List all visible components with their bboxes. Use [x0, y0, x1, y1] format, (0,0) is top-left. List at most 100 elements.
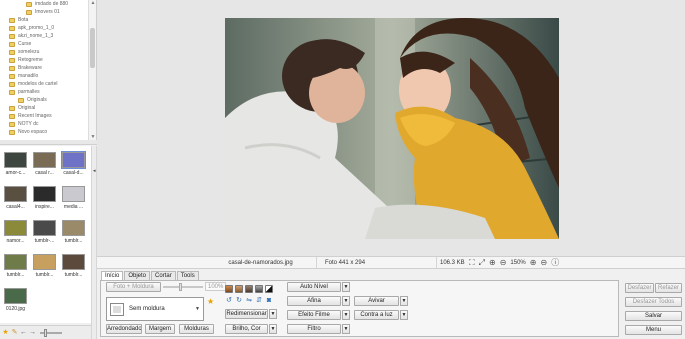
- photo-frame-button[interactable]: Foto + Moldura: [106, 282, 161, 292]
- zoom-out-icon[interactable]: ⊖: [500, 258, 507, 268]
- thumbnail-item[interactable]: tumblr...: [60, 218, 87, 250]
- zoom-in-icon-2[interactable]: ⊕: [530, 258, 537, 268]
- tree-item[interactable]: apk_promo_1_0: [0, 24, 96, 32]
- frames-button[interactable]: Molduras: [179, 324, 214, 334]
- tab-inicio[interactable]: Início: [101, 271, 124, 280]
- thumbnail-item[interactable]: casal r...: [31, 150, 58, 182]
- thumbnail-browser[interactable]: amor-c... casal r... casal-d... casal4... in…: [0, 146, 91, 323]
- tree-item[interactable]: NOTY dc: [0, 120, 96, 128]
- black-white-icon[interactable]: [265, 285, 273, 293]
- sepia-tone-icon[interactable]: [225, 285, 233, 293]
- zoom-in-icon[interactable]: ⊕: [489, 258, 496, 268]
- favorite-star-icon[interactable]: ★: [2, 329, 9, 336]
- thumbnail-image: [33, 254, 56, 270]
- grayscale-icon[interactable]: [255, 285, 263, 293]
- info-icon[interactable]: ⓘ: [551, 258, 559, 268]
- tree-item[interactable]: Retogreme: [0, 56, 96, 64]
- collapse-arrow-icon[interactable]: ◂: [93, 168, 96, 174]
- frame-opacity-slider[interactable]: [163, 283, 203, 291]
- thumbnail-item[interactable]: media ...: [60, 184, 87, 216]
- flip-horizontal-icon[interactable]: ⇋: [245, 297, 253, 305]
- filter-button[interactable]: Filtro: [287, 324, 341, 334]
- brightness-dropdown-icon[interactable]: ▼: [269, 324, 277, 334]
- film-effect-button[interactable]: Efeito Filme: [287, 310, 341, 320]
- tree-item-label: akzi_nome_1_3: [18, 33, 54, 39]
- favorite-frame-icon[interactable]: ★: [207, 297, 214, 306]
- undo-all-button[interactable]: Desfazer Todos: [625, 297, 682, 307]
- camera-icon[interactable]: ◙: [265, 297, 273, 305]
- frame-select[interactable]: Sem moldura ▼: [106, 297, 204, 321]
- tree-item[interactable]: Original: [0, 104, 96, 112]
- fit-window-icon[interactable]: ⛶: [469, 258, 475, 268]
- tree-item-label: apk_promo_1_0: [18, 25, 55, 31]
- folder-tree[interactable]: imdado de 880 Imovers 01 Bota apk_promo_1_0…: [0, 0, 97, 140]
- tree-item[interactable]: somelezu: [0, 48, 96, 56]
- tree-item[interactable]: imdado de 880: [0, 0, 96, 8]
- filter-dropdown-icon[interactable]: ▼: [342, 324, 350, 334]
- tree-item[interactable]: manadilo: [0, 72, 96, 80]
- undo-button[interactable]: Desfazer: [625, 283, 654, 293]
- resize-button[interactable]: Redimensionar: [225, 309, 268, 319]
- thumbnail-item[interactable]: 0120.jpg: [2, 286, 29, 318]
- vintage-tone-icon[interactable]: [245, 285, 253, 293]
- film-effect-dropdown-icon[interactable]: ▼: [342, 310, 350, 320]
- tree-item[interactable]: Imovers 01: [0, 8, 96, 16]
- menu-button[interactable]: Menu: [625, 325, 682, 335]
- thumbnail-image: [4, 152, 27, 168]
- margin-button[interactable]: Margem: [145, 324, 175, 334]
- tree-item[interactable]: parmalles: [0, 88, 96, 96]
- auto-level-button[interactable]: Auto Nível: [287, 282, 341, 292]
- round-corners-button[interactable]: Arredondado: [106, 324, 142, 334]
- thumbnail-item[interactable]: inspire...: [31, 184, 58, 216]
- sharpen-button[interactable]: Afina: [287, 296, 341, 306]
- tab-tools[interactable]: Tools: [176, 271, 199, 280]
- tree-scroll-thumb[interactable]: [90, 28, 95, 68]
- tree-item[interactable]: modelos de cartel: [0, 80, 96, 88]
- tree-scrollbar[interactable]: ▲ ▼: [88, 0, 96, 140]
- thumbnail-image: [33, 220, 56, 236]
- zoom-out-icon-2[interactable]: ⊖: [540, 258, 547, 268]
- thumbnail-item[interactable]: amor-c...: [2, 150, 29, 182]
- thumbnail-item[interactable]: casal4...: [2, 184, 29, 216]
- tab-objeto[interactable]: Objeto: [124, 271, 151, 280]
- flip-vertical-icon[interactable]: ⇵: [255, 297, 263, 305]
- rotate-left-icon[interactable]: ↺: [225, 297, 233, 305]
- resize-dropdown-icon[interactable]: ▼: [269, 309, 277, 319]
- vivid-button[interactable]: Avivar: [354, 296, 399, 306]
- tab-cortar[interactable]: Cortar: [151, 271, 176, 280]
- backlight-dropdown-icon[interactable]: ▼: [400, 310, 408, 320]
- auto-level-dropdown-icon[interactable]: ▼: [342, 282, 350, 292]
- forward-arrow-icon[interactable]: →: [29, 329, 36, 336]
- tree-item[interactable]: akzi_nome_1_3: [0, 32, 96, 40]
- thumbnail-item[interactable]: casal-d...: [60, 150, 87, 182]
- thumbnail-size-slider[interactable]: [40, 328, 62, 337]
- warm-tone-icon[interactable]: [235, 285, 243, 293]
- backlight-button[interactable]: Contra a luz: [354, 310, 399, 320]
- sharpen-dropdown-icon[interactable]: ▼: [342, 296, 350, 306]
- thumbnail-item[interactable]: tumblr...: [2, 252, 29, 284]
- thumbnail-item[interactable]: tumblr...: [31, 252, 58, 284]
- tree-item[interactable]: Brakeware: [0, 64, 96, 72]
- chevron-down-icon[interactable]: ▼: [195, 306, 200, 312]
- save-button[interactable]: Salvar: [625, 311, 682, 321]
- actual-size-icon[interactable]: ⤢: [479, 258, 485, 268]
- thumbnail-item[interactable]: tumblr...: [60, 252, 87, 284]
- thumbnail-item[interactable]: namor...: [2, 218, 29, 250]
- tree-item-label: manadilo: [18, 73, 39, 79]
- rotate-right-icon[interactable]: ↻: [235, 297, 243, 305]
- tree-item[interactable]: Novo espaco: [0, 128, 96, 136]
- tree-item[interactable]: Recent Images: [0, 112, 96, 120]
- tree-item[interactable]: Curse: [0, 40, 96, 48]
- tag-icon[interactable]: ✎: [11, 329, 18, 336]
- tree-item[interactable]: Bota: [0, 16, 96, 24]
- back-arrow-icon[interactable]: ←: [20, 329, 27, 336]
- vivid-dropdown-icon[interactable]: ▼: [400, 296, 408, 306]
- frame-percent[interactable]: 100%: [205, 282, 227, 291]
- tree-item[interactable]: Originals: [0, 96, 96, 104]
- redo-button[interactable]: Refazer: [655, 283, 682, 293]
- brightness-color-button[interactable]: Brilho, Cor: [225, 324, 268, 334]
- image-canvas[interactable]: [97, 0, 685, 256]
- tree-splitter[interactable]: [0, 140, 97, 145]
- scroll-up-icon[interactable]: ▲: [90, 0, 96, 6]
- thumbnail-item[interactable]: tumblr-...: [31, 218, 58, 250]
